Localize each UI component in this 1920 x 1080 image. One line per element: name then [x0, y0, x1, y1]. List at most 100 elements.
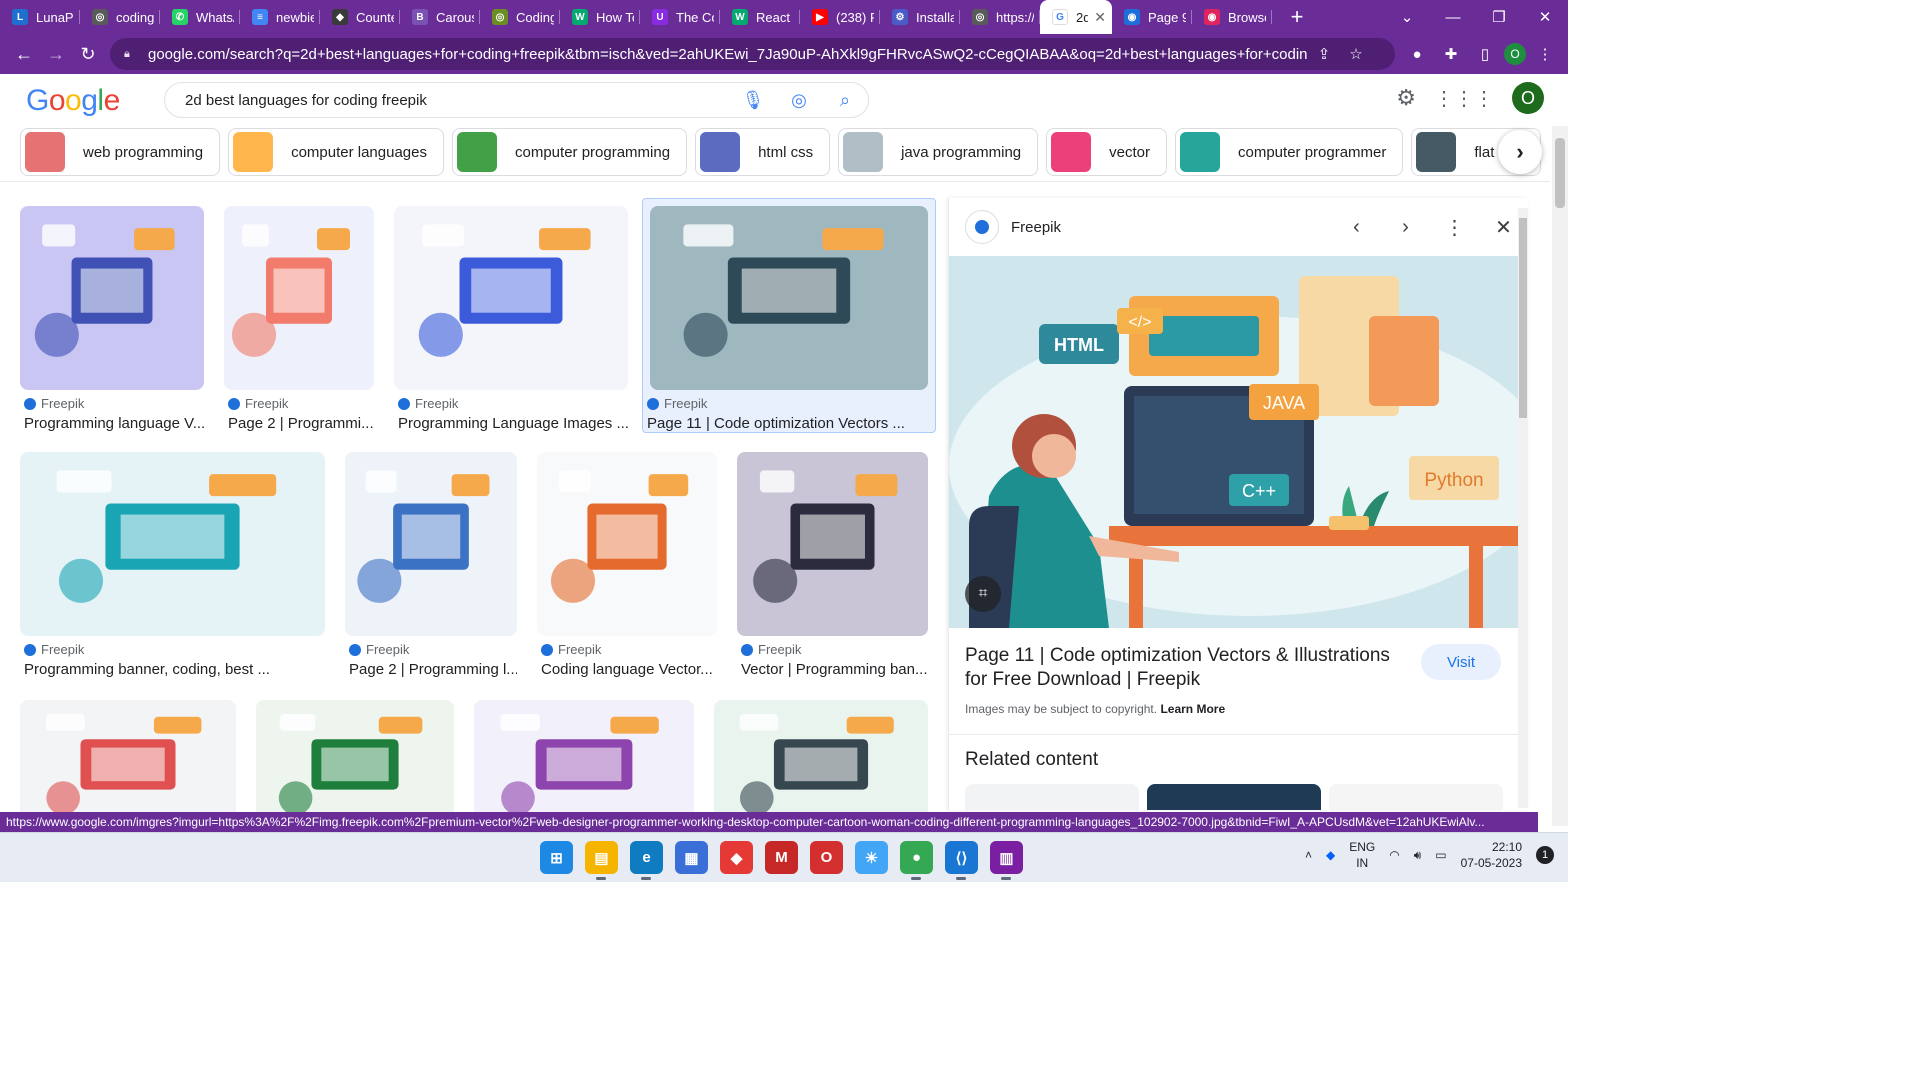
suggestion-chip[interactable]: vector [1046, 128, 1167, 176]
browser-tab[interactable]: L LunaPic [0, 0, 80, 34]
result-source[interactable]: Freepik [398, 396, 628, 411]
input-language[interactable]: ENG IN [1349, 839, 1375, 871]
browser-tab[interactable]: ≡ newbie [240, 0, 320, 34]
url-text[interactable]: google.com/search?q=2d+best+languages+fo… [148, 46, 1308, 63]
suggestion-chip[interactable]: java programming [838, 128, 1039, 176]
extensions-puzzle-icon[interactable]: ✚ [1436, 45, 1466, 63]
result-title[interactable]: Vector | Programming ban... [741, 661, 928, 678]
notification-badge[interactable]: 1 [1536, 846, 1554, 864]
account-avatar[interactable]: O [1512, 82, 1544, 114]
image-result-card[interactable] [714, 700, 928, 812]
microphone-icon[interactable]: 🎙︎ [730, 90, 776, 111]
browser-tab[interactable]: B Carousel [400, 0, 480, 34]
weather-icon[interactable]: ☀ [855, 841, 888, 874]
image-result-card[interactable]: Freepik Coding language Vector... [537, 452, 717, 678]
google-lens-icon[interactable]: ◎ [776, 90, 822, 111]
result-source[interactable]: Freepik [24, 396, 204, 411]
browser-tab[interactable]: ◎ https:// [960, 0, 1040, 34]
browser-tab[interactable]: W React S [720, 0, 800, 34]
share-icon[interactable]: ⇪ [1308, 45, 1340, 63]
winrar-icon[interactable]: ▥ [990, 841, 1023, 880]
previous-image-icon[interactable]: ‹ [1332, 216, 1381, 239]
clock[interactable]: 22:10 07-05-2023 [1461, 839, 1522, 871]
file-explorer-icon[interactable]: ▤ [585, 841, 618, 880]
result-title[interactable]: Programming banner, coding, best ... [24, 661, 325, 678]
image-result-card[interactable]: Freepik Programming banner, coding, best … [20, 452, 325, 678]
settings-gear-icon[interactable]: ⚙ [1396, 85, 1416, 111]
mcafee-icon[interactable]: M [765, 841, 798, 874]
edge-icon[interactable]: e [630, 841, 663, 880]
result-thumbnail[interactable] [737, 452, 928, 636]
tab-active[interactable]: G 2d ✕ [1040, 0, 1112, 34]
preview-title[interactable]: Page 11 | Code optimization Vectors & Il… [965, 644, 1405, 692]
browser-tab[interactable]: ◆ Counter [320, 0, 400, 34]
visit-button[interactable]: Visit [1421, 644, 1501, 680]
forward-icon[interactable]: → [40, 38, 72, 70]
related-thumbnail[interactable] [1147, 784, 1321, 810]
browser-menu-icon[interactable]: ⋮ [1530, 45, 1560, 63]
browser-tab[interactable]: U The Co [640, 0, 720, 34]
result-thumbnail[interactable] [20, 452, 325, 636]
result-thumbnail[interactable] [256, 700, 454, 812]
browser-tab[interactable]: ✆ WhatsApp [160, 0, 240, 34]
result-thumbnail[interactable] [394, 206, 628, 390]
search-query[interactable]: 2d best languages for coding freepik [185, 92, 730, 109]
browser-tab[interactable]: ▶ (238) R [800, 0, 880, 34]
browser-tab[interactable]: W How To [560, 0, 640, 34]
image-result-card[interactable]: Freepik Page 2 | Programmi... [224, 206, 374, 432]
result-source[interactable]: Freepik [741, 642, 928, 657]
panel-scrollbar[interactable] [1518, 208, 1528, 808]
page-scrollbar[interactable] [1552, 126, 1568, 826]
minimize-icon[interactable]: — [1430, 9, 1476, 26]
image-result-card[interactable]: Freepik Vector | Programming ban... [737, 452, 928, 678]
restore-icon[interactable]: ❐ [1476, 8, 1522, 26]
browser-tab[interactable]: ◉ Page 9 [1112, 0, 1192, 34]
result-thumbnail[interactable] [20, 700, 236, 812]
related-thumbnail[interactable] [965, 784, 1139, 810]
wifi-icon[interactable]: ◠ [1389, 848, 1399, 862]
app-red-icon[interactable]: ◆ [720, 841, 753, 874]
result-thumbnail[interactable] [537, 452, 717, 636]
panel-source[interactable]: Freepik [1011, 219, 1332, 236]
suggestion-chip[interactable]: web programming [20, 128, 221, 176]
address-bar[interactable]: 🔒︎ google.com/search?q=2d+best+languages… [110, 38, 1395, 70]
image-result-card[interactable]: Freepik Page 2 | Programming l... [345, 452, 517, 678]
result-source[interactable]: Freepik [349, 642, 517, 657]
result-title[interactable]: Programming Language Images ... [398, 415, 628, 432]
battery-icon[interactable]: ▭ [1435, 848, 1446, 862]
result-thumbnail[interactable] [650, 206, 928, 390]
result-title[interactable]: Coding language Vector... [541, 661, 717, 678]
browser-tab[interactable]: ◉ Browse [1192, 0, 1272, 34]
search-icon[interactable]: ⌕ [822, 90, 868, 111]
suggestion-chip[interactable]: computer programming [452, 128, 688, 176]
browser-tab[interactable]: ◎ Coding [480, 0, 560, 34]
result-thumbnail[interactable] [345, 452, 517, 636]
chrome-icon[interactable]: ● [900, 841, 933, 880]
vscode-icon[interactable]: ⟨⟩ [945, 841, 978, 880]
search-input[interactable]: 2d best languages for coding freepik 🎙︎ … [164, 82, 869, 118]
tab-search-icon[interactable]: ⌄ [1384, 8, 1430, 26]
result-source[interactable]: Freepik [228, 396, 374, 411]
result-title[interactable]: Programming language V... [24, 415, 204, 432]
result-source[interactable]: Freepik [647, 396, 935, 411]
preview-image[interactable]: HTML </> JAVA C++ Python ⌗ [949, 256, 1519, 628]
next-image-icon[interactable]: › [1381, 216, 1430, 239]
lens-search-icon[interactable]: ⌗ [965, 576, 1001, 612]
profile-avatar[interactable]: O [1504, 43, 1526, 65]
apps-grid-icon[interactable]: ⋮⋮⋮ [1434, 86, 1494, 111]
chevron-up-icon[interactable]: ˄ [1305, 848, 1312, 862]
volume-icon[interactable]: 🔊︎ [1414, 848, 1422, 863]
result-thumbnail[interactable] [474, 700, 694, 812]
reload-icon[interactable]: ↻ [72, 38, 104, 70]
opera-icon[interactable]: O [810, 841, 843, 874]
close-window-icon[interactable]: ✕ [1522, 8, 1568, 26]
image-result-card[interactable]: Freepik Programming Language Images ... [394, 206, 628, 432]
chevron-right-icon[interactable]: › [1498, 130, 1542, 174]
new-tab-icon[interactable]: + [1282, 4, 1312, 30]
back-icon[interactable]: ← [8, 38, 40, 70]
image-result-card[interactable] [474, 700, 694, 812]
store-icon[interactable]: ▦ [675, 841, 708, 874]
close-tab-icon[interactable]: ✕ [1094, 9, 1106, 26]
result-thumbnail[interactable] [714, 700, 928, 812]
side-panel-icon[interactable]: ▯ [1470, 45, 1500, 63]
